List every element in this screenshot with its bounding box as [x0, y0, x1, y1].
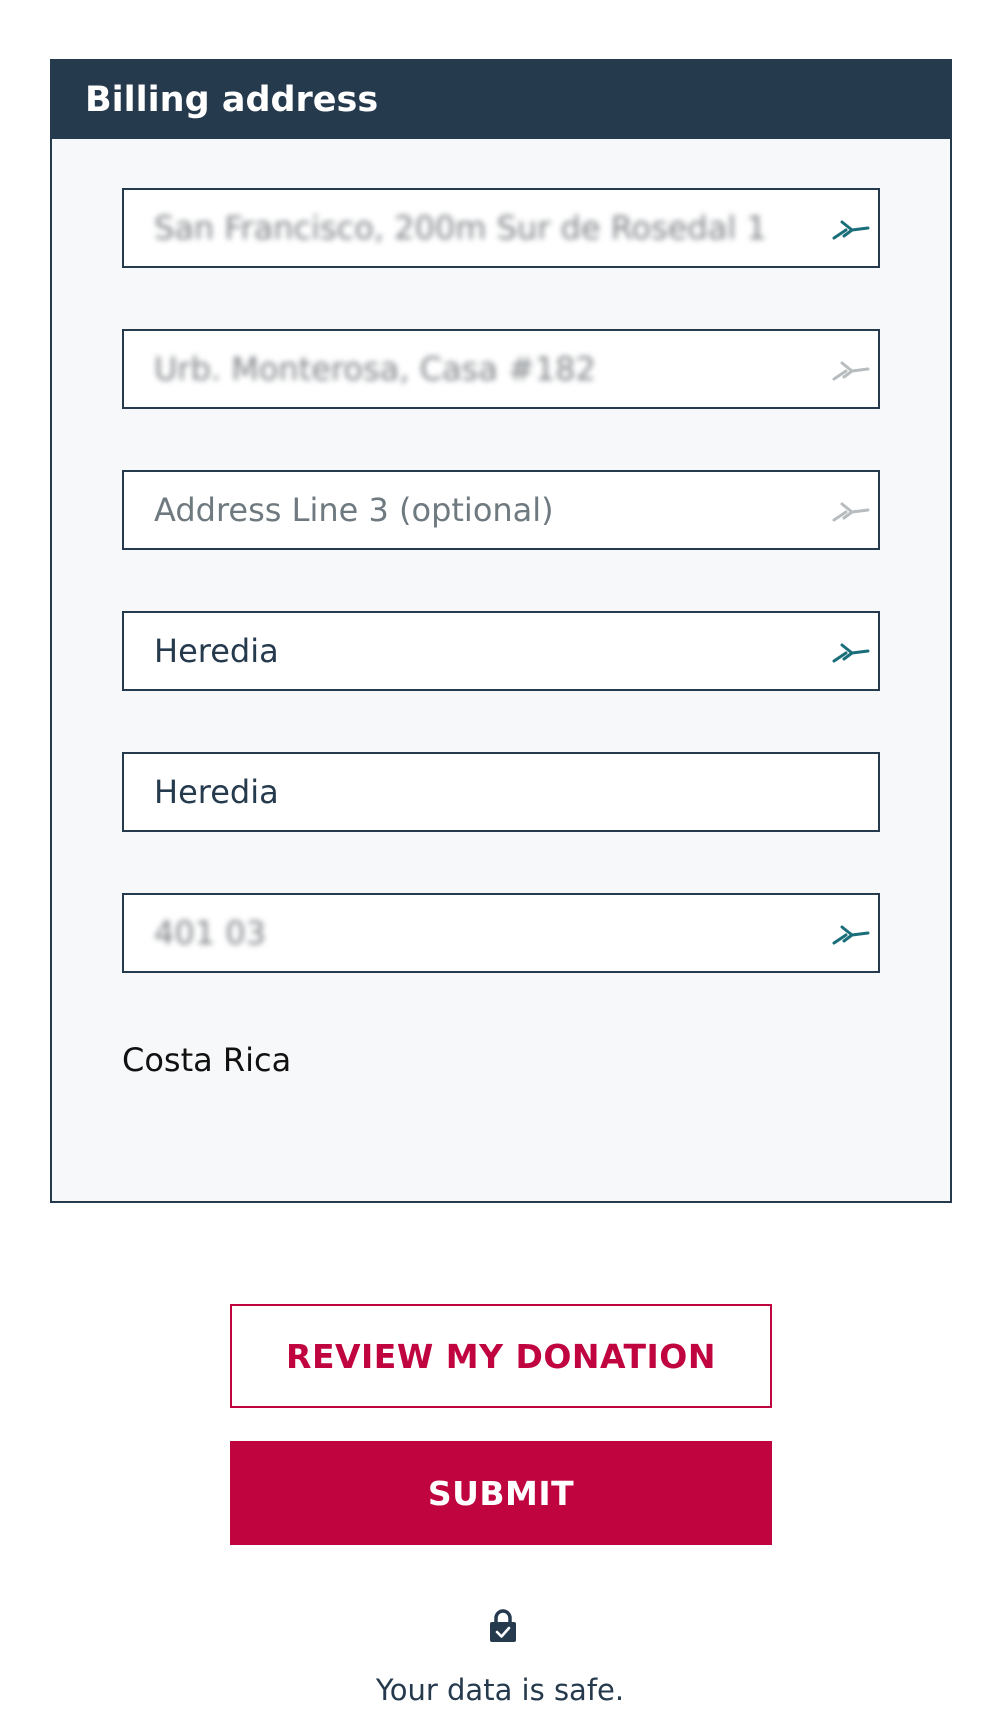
autofill-icon[interactable]	[832, 921, 870, 947]
address-line-2-value: Urb. Monterosa, Casa #182	[154, 350, 596, 388]
review-donation-label: REVIEW MY DONATION	[286, 1336, 716, 1376]
province-value: Heredia	[154, 773, 279, 811]
autofill-icon[interactable]	[832, 357, 870, 383]
billing-address-card: Billing address San Francisco, 200m Sur …	[50, 59, 952, 1203]
autofill-icon[interactable]	[832, 216, 870, 242]
billing-address-header: Billing address	[52, 61, 950, 139]
autofill-icon[interactable]	[832, 498, 870, 524]
billing-address-title: Billing address	[85, 80, 379, 120]
address-line-3-field[interactable]: Address Line 3 (optional)	[122, 470, 880, 550]
address-line-3-placeholder: Address Line 3 (optional)	[154, 491, 554, 529]
submit-label: SUBMIT	[427, 1473, 575, 1513]
lock-check-icon	[490, 1609, 516, 1642]
address-line-1-value: San Francisco, 200m Sur de Rosedal 1	[154, 209, 767, 247]
country-value: Costa Rica	[122, 1041, 292, 1079]
data-safe-message: Your data is safe.	[375, 1673, 625, 1707]
postal-code-value: 401 03	[154, 914, 266, 952]
province-field[interactable]: Heredia	[122, 752, 880, 832]
address-line-2-field[interactable]: Urb. Monterosa, Casa #182	[122, 329, 880, 409]
city-field[interactable]: Heredia	[122, 611, 880, 691]
autofill-icon[interactable]	[832, 639, 870, 665]
submit-button[interactable]: SUBMIT	[230, 1441, 772, 1545]
postal-code-field[interactable]: 401 03	[122, 893, 880, 973]
city-value: Heredia	[154, 632, 279, 670]
address-line-1-field[interactable]: San Francisco, 200m Sur de Rosedal 1	[122, 188, 880, 268]
review-donation-button[interactable]: REVIEW MY DONATION	[230, 1304, 772, 1408]
